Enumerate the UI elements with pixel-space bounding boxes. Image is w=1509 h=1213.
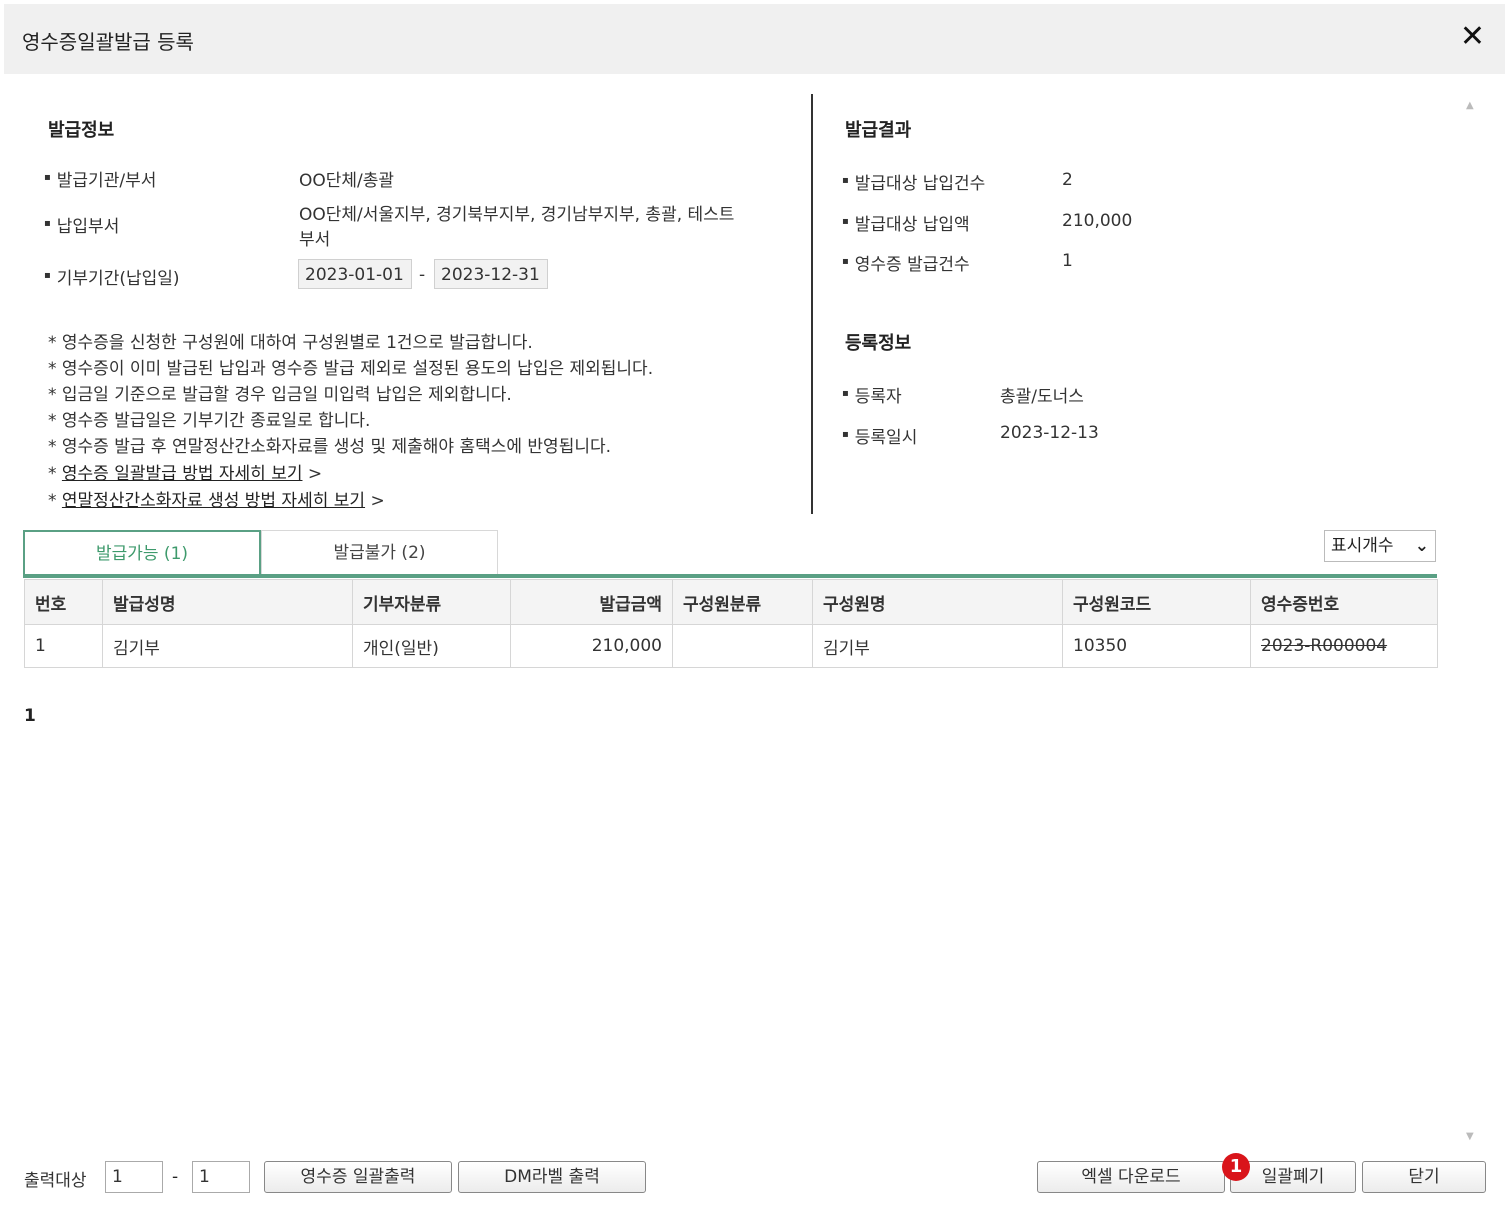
close-icon[interactable]: ✕ — [1460, 22, 1485, 52]
scroll-up-icon[interactable]: ▲ — [1466, 100, 1474, 111]
receipt-guide-link[interactable]: 영수증 일괄발급 방법 자세히 보기 — [62, 464, 303, 484]
cell-receipt-no: 2023-R000004 — [1250, 624, 1438, 668]
link-row-tax-guide: * 연말정산간소화자료 생성 방법 자세히 보기 > — [48, 486, 385, 511]
scroll-down-icon[interactable]: ▼ — [1466, 1131, 1474, 1142]
registrant-label: 등록자 — [842, 382, 902, 407]
table-header-row: 번호 발급성명 기부자분류 발급금액 구성원분류 구성원명 구성원코드 영수증번… — [24, 579, 1438, 625]
tab-issuable[interactable]: 발급가능 (1) — [23, 530, 261, 574]
col-header-member-type[interactable]: 구성원분류 — [672, 579, 813, 625]
col-header-member-name[interactable]: 구성원명 — [812, 579, 1063, 625]
note-2: * 영수증이 이미 발급된 납입과 영수증 발급 제외로 설정된 용도의 납입은… — [48, 359, 654, 379]
period-end-field[interactable]: 2023-12-31 — [434, 259, 548, 289]
col-header-member-code[interactable]: 구성원코드 — [1062, 579, 1251, 625]
target-count-label: 발급대상 납입건수 — [842, 169, 986, 194]
target-amount-value: 210,000 — [1062, 211, 1133, 231]
period-start-field[interactable]: 2023-01-01 — [298, 259, 412, 289]
cell-name: 김기부 — [102, 624, 353, 668]
cell-member-code: 10350 — [1062, 624, 1251, 668]
link-arrow: > — [302, 464, 323, 484]
output-to-input[interactable] — [192, 1161, 250, 1193]
issue-result-title: 발급결과 — [845, 120, 912, 141]
dept-value-line2: 부서 — [299, 230, 331, 250]
table-row[interactable]: 1 김기부 개인(일반) 210,000 김기부 10350 2023-R000… — [24, 624, 1438, 668]
cell-member-type — [672, 624, 813, 668]
cell-donor-type: 개인(일반) — [352, 624, 511, 668]
display-count-select[interactable]: 표시개수 ⌄ — [1324, 530, 1436, 562]
output-from-input[interactable] — [105, 1161, 163, 1193]
print-dm-label-button[interactable]: DM라벨 출력 — [458, 1161, 646, 1193]
note-1: * 영수증을 신청한 구성원에 대하여 구성원별로 1건으로 발급합니다. — [48, 333, 533, 353]
col-header-donor-type[interactable]: 기부자분류 — [352, 579, 511, 625]
dept-value-line1: OO단체/서울지부, 경기북부지부, 경기남부지부, 총괄, 테스트 — [299, 205, 735, 225]
period-separator: - — [419, 265, 426, 285]
registrant-value: 총괄/도너스 — [1000, 387, 1084, 407]
cell-amount: 210,000 — [510, 624, 673, 668]
pagination-current[interactable]: 1 — [24, 706, 36, 726]
link-prefix: * — [48, 464, 62, 484]
col-header-amount[interactable]: 발급금액 — [510, 579, 673, 625]
target-amount-label: 발급대상 납입액 — [842, 210, 970, 235]
org-value: OO단체/총괄 — [299, 171, 395, 191]
cell-no: 1 — [24, 624, 103, 668]
registration-date-value: 2023-12-13 — [1000, 423, 1099, 443]
window-title: 영수증일괄발급 등록 — [22, 30, 194, 54]
modal-window: 영수증일괄발급 등록 ✕ 발급정보 발급기관/부서 OO단체/총괄 납입부서 O… — [4, 4, 1505, 1209]
link-prefix: * — [48, 491, 62, 511]
link-row-receipt-guide: * 영수증 일괄발급 방법 자세히 보기 > — [48, 459, 322, 484]
col-header-name[interactable]: 발급성명 — [102, 579, 353, 625]
cell-member-name: 김기부 — [812, 624, 1063, 668]
target-count-value: 2 — [1062, 170, 1073, 190]
callout-badge: 1 — [1222, 1153, 1250, 1181]
section-divider — [811, 94, 813, 514]
registration-date-label: 등록일시 — [842, 423, 918, 448]
period-label: 기부기간(납입일) — [44, 264, 180, 289]
col-header-receipt-no[interactable]: 영수증번호 — [1250, 579, 1438, 625]
tax-guide-link[interactable]: 연말정산간소화자료 생성 방법 자세히 보기 — [62, 491, 365, 511]
receipt-count-value: 1 — [1062, 251, 1073, 271]
tab-underline — [23, 574, 1437, 578]
output-range-label: 출력대상 — [24, 1171, 87, 1191]
output-range-separator: - — [172, 1167, 179, 1187]
result-table: 번호 발급성명 기부자분류 발급금액 구성원분류 구성원명 구성원코드 영수증번… — [24, 579, 1438, 668]
note-5: * 영수증 발급 후 연말정산간소화자료를 생성 및 제출해야 홈택스에 반영됩… — [48, 437, 612, 457]
note-4: * 영수증 발급일은 기부기간 종료일로 합니다. — [48, 411, 371, 431]
org-label: 발급기관/부서 — [44, 166, 157, 191]
title-bar: 영수증일괄발급 등록 ✕ — [4, 4, 1505, 74]
print-receipts-button[interactable]: 영수증 일괄출력 — [264, 1161, 452, 1193]
receipt-count-label: 영수증 발급건수 — [842, 250, 970, 275]
link-arrow: > — [365, 491, 385, 511]
col-header-no[interactable]: 번호 — [24, 579, 103, 625]
vertical-scrollbar[interactable]: ▲ ▼ — [1460, 96, 1484, 1146]
registration-title: 등록정보 — [845, 333, 912, 354]
dept-label: 납입부서 — [44, 212, 120, 237]
note-3: * 입금일 기준으로 발급할 경우 입금일 미입력 납입은 제외합니다. — [48, 385, 512, 405]
tab-not-issuable[interactable]: 발급불가 (2) — [261, 530, 498, 574]
issue-info-title: 발급정보 — [48, 120, 115, 141]
chevron-down-icon: ⌄ — [1414, 536, 1429, 556]
display-count-label: 표시개수 — [1331, 536, 1394, 556]
excel-download-button[interactable]: 엑셀 다운로드 — [1037, 1161, 1225, 1193]
close-button[interactable]: 닫기 — [1362, 1161, 1486, 1193]
